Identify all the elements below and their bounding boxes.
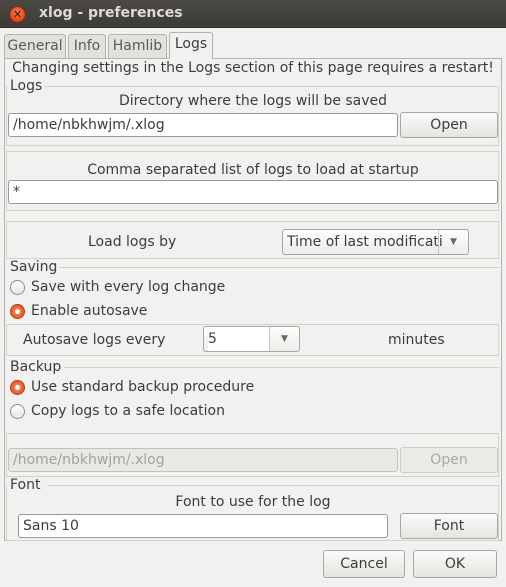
font-chooser-button[interactable]: Font <box>400 513 498 539</box>
ok-button[interactable]: OK <box>413 550 497 578</box>
cancel-button[interactable]: Cancel <box>323 550 405 578</box>
dir-caption: Directory where the logs will be saved <box>118 93 388 109</box>
backup-location-input: /home/nbkhwjm/.xlog <box>8 448 398 472</box>
load-by-value: Time of last modificati <box>287 234 443 250</box>
chevron-down-icon[interactable]: ▼ <box>438 230 468 254</box>
open-directory-button[interactable]: Open <box>400 112 498 138</box>
backup-frame-top-line <box>64 367 499 368</box>
close-icon[interactable]: ✕ <box>9 6 26 23</box>
logs-frame-top-line <box>44 86 499 87</box>
load-by-label: Load logs by <box>88 234 177 250</box>
tab-info[interactable]: Info <box>68 34 106 58</box>
window-title: xlog - preferences <box>39 5 183 21</box>
enable-autosave-label[interactable]: Enable autosave <box>31 303 147 319</box>
save-every-change-radio[interactable] <box>10 280 25 295</box>
enable-autosave-radio[interactable] <box>10 304 25 319</box>
standard-backup-label[interactable]: Use standard backup procedure <box>31 379 254 395</box>
saving-section-label: Saving <box>10 259 58 275</box>
autosave-interval-label: Autosave logs every <box>23 332 166 348</box>
saving-frame-top-line <box>60 267 499 268</box>
save-every-change-label[interactable]: Save with every log change <box>31 279 225 295</box>
minutes-label: minutes <box>388 332 445 348</box>
standard-backup-radio[interactable] <box>10 380 25 395</box>
tab-general[interactable]: General <box>4 34 66 58</box>
log-directory-input[interactable]: /home/nbkhwjm/.xlog <box>8 113 398 137</box>
copy-logs-label[interactable]: Copy logs to a safe location <box>31 403 225 419</box>
chevron-down-icon[interactable]: ▼ <box>269 327 299 351</box>
autosave-interval-value[interactable]: 5 <box>208 327 269 351</box>
load-by-select[interactable]: Time of last modificati ▼ <box>282 229 469 255</box>
copy-logs-radio[interactable] <box>10 404 25 419</box>
tab-logs[interactable]: Logs <box>169 32 213 59</box>
restart-notice: Changing settings in the Logs section of… <box>12 60 494 76</box>
autosave-interval-spinner[interactable]: 5 ▼ <box>203 326 300 352</box>
font-caption: Font to use for the log <box>175 494 331 510</box>
font-input[interactable]: Sans 10 <box>18 514 388 538</box>
title-bar: ✕ xlog - preferences <box>0 0 506 28</box>
backup-section-label: Backup <box>10 359 62 375</box>
list-caption: Comma separated list of logs to load at … <box>87 162 419 178</box>
font-frame-top-line <box>48 485 499 486</box>
open-backup-location-button: Open <box>400 447 498 473</box>
startup-logs-input[interactable]: * <box>8 180 498 204</box>
tab-hamlib[interactable]: Hamlib <box>108 34 167 58</box>
